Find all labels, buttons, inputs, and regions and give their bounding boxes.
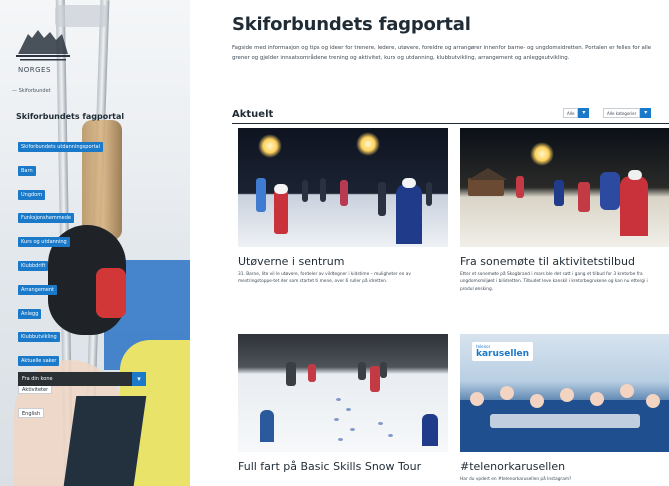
- filter-category-select[interactable]: Alle kategorier ▾: [603, 108, 652, 118]
- news-card[interactable]: Full fart på Basic Skills Snow Tour: [238, 334, 448, 476]
- child-skier-figure: [260, 410, 274, 442]
- skier-figure: [396, 184, 422, 244]
- child-face-shape: [646, 394, 660, 408]
- skier-figure: [600, 172, 620, 210]
- page-title: Skiforbundets fagportal: [232, 14, 471, 35]
- sidebar-item-ungdom[interactable]: Ungdom: [18, 189, 46, 200]
- bib-row-shape: [490, 414, 640, 428]
- person-figure: [286, 362, 296, 386]
- section-title: Aktuelt: [232, 109, 274, 120]
- chevron-down-icon: ▾: [640, 108, 652, 118]
- news-card-image[interactable]: [460, 128, 669, 247]
- logo-mark-icon: [16, 30, 70, 61]
- child-face-shape: [620, 384, 634, 398]
- news-card-text: Har du vpdert en #telenorkarusellen på I…: [460, 477, 572, 482]
- news-card-title[interactable]: Full fart på Basic Skills Snow Tour: [238, 460, 448, 473]
- floodlight-shape: [356, 132, 380, 156]
- cabin-roof-shape: [468, 168, 508, 180]
- child-face-shape: [530, 394, 544, 408]
- skier-figure: [378, 182, 386, 216]
- karusellen-logo-text: karusellen: [476, 349, 530, 359]
- person-figure: [370, 366, 380, 392]
- ski-track-shape: [388, 434, 393, 437]
- person-figure: [380, 362, 387, 378]
- sidebar-item-arrangement[interactable]: Arrangement: [18, 284, 58, 295]
- skier-figure: [554, 180, 564, 206]
- skier-figure: [340, 180, 348, 206]
- norges-skiforbund-logo[interactable]: [14, 24, 76, 66]
- child-face-shape: [470, 392, 484, 406]
- skier-figure: [302, 180, 308, 202]
- ski-track-shape: [346, 408, 351, 411]
- news-card-text: Etter et sonemøte på Skogbrand i mars bl…: [460, 272, 648, 292]
- section-divider: [232, 123, 669, 124]
- news-card-image[interactable]: [238, 128, 448, 247]
- child-face-shape: [500, 386, 514, 400]
- floodlight-shape: [258, 134, 282, 158]
- filter-all-select[interactable]: Alle ▾: [563, 108, 590, 118]
- skier-figure: [620, 176, 648, 236]
- ski-track-shape: [338, 438, 343, 441]
- filter-category-label: Alle kategorier: [603, 108, 641, 118]
- ski-track-shape: [378, 422, 383, 425]
- skier-figure: [516, 176, 524, 198]
- telenor-karusellen-logo: telenor karusellen: [472, 342, 534, 361]
- skier-figure: [426, 182, 432, 206]
- sidebar-item-english[interactable]: English: [18, 407, 45, 418]
- back-link[interactable]: — Skiforbundet: [12, 88, 51, 94]
- sidebar-title: Skiforbundets fagportal: [16, 112, 125, 121]
- ski-track-shape: [336, 398, 341, 401]
- sidebar-item-kurs-og-utdanning[interactable]: Kurs og utdanning: [18, 237, 70, 248]
- ski-track-shape: [334, 418, 339, 421]
- sidebar-item-anlegg[interactable]: Anlegg: [18, 308, 42, 319]
- news-card-title[interactable]: Fra sonemøte til aktivitetstilbud: [460, 255, 669, 268]
- helmet-shape: [628, 170, 642, 180]
- sidebar-item-klubbdrift[interactable]: Klubbdrift: [18, 260, 49, 271]
- region-select[interactable]: Fra din kone ▾: [18, 372, 146, 386]
- chevron-down-icon: ▾: [132, 372, 146, 386]
- sidebar: NORGES — Skiforbundet Skiforbundets fagp…: [0, 0, 190, 486]
- region-select-value: Fra din kone: [22, 376, 53, 382]
- news-card[interactable]: Fra sonemøte til aktivitetstilbud Etter …: [460, 128, 669, 293]
- cabin-shape: [468, 178, 504, 196]
- news-card-title[interactable]: #telenorkarusellen: [460, 460, 669, 473]
- news-card[interactable]: telenor karusellen #telenorkarusellen Ha…: [460, 334, 669, 483]
- skier-figure: [320, 178, 326, 202]
- logo-text-line: NORGES: [18, 66, 51, 74]
- floodlight-shape: [530, 142, 554, 166]
- news-card-image[interactable]: [238, 334, 448, 452]
- helmet-shape: [274, 184, 288, 194]
- news-card[interactable]: Utøverne i sentrum 31. Barne, lite vil l…: [238, 128, 448, 286]
- logo-text: NORGES: [18, 66, 51, 74]
- skier-figure: [578, 182, 590, 212]
- ski-track-shape: [350, 428, 355, 431]
- news-card-text: 31. Barne, lite vil le utøvere, fordeler…: [238, 272, 411, 285]
- child-face-shape: [590, 392, 604, 406]
- sidebar-item-klubbutvikling[interactable]: Klubbutvikling: [18, 332, 60, 343]
- sidebar-item-barn[interactable]: Barn: [18, 165, 36, 176]
- sidebar-item-aktuelle-saker[interactable]: Aktuelle saker: [18, 356, 60, 367]
- child-face-shape: [560, 388, 574, 402]
- child-skier-figure: [422, 414, 438, 446]
- helmet-shape: [402, 178, 416, 188]
- skier-figure: [274, 190, 288, 234]
- person-figure: [358, 362, 366, 380]
- filter-all-label: Alle: [563, 108, 579, 118]
- skier-figure: [256, 178, 266, 212]
- chevron-down-icon: ▾: [578, 108, 590, 118]
- news-card-title[interactable]: Utøverne i sentrum: [238, 255, 448, 268]
- sidebar-item-utdanningsportal[interactable]: Skiforbundets utdanningsportal: [18, 142, 103, 152]
- person-figure: [308, 364, 316, 382]
- sidebar-item-funksjonshemmede[interactable]: Funksjonshemmede: [18, 213, 74, 224]
- news-card-image[interactable]: telenor karusellen: [460, 334, 669, 452]
- main-content: Skiforbundets fagportal Fagside med info…: [190, 0, 669, 486]
- intro-text: Fagside med informasjon og tips og ideer…: [232, 45, 652, 61]
